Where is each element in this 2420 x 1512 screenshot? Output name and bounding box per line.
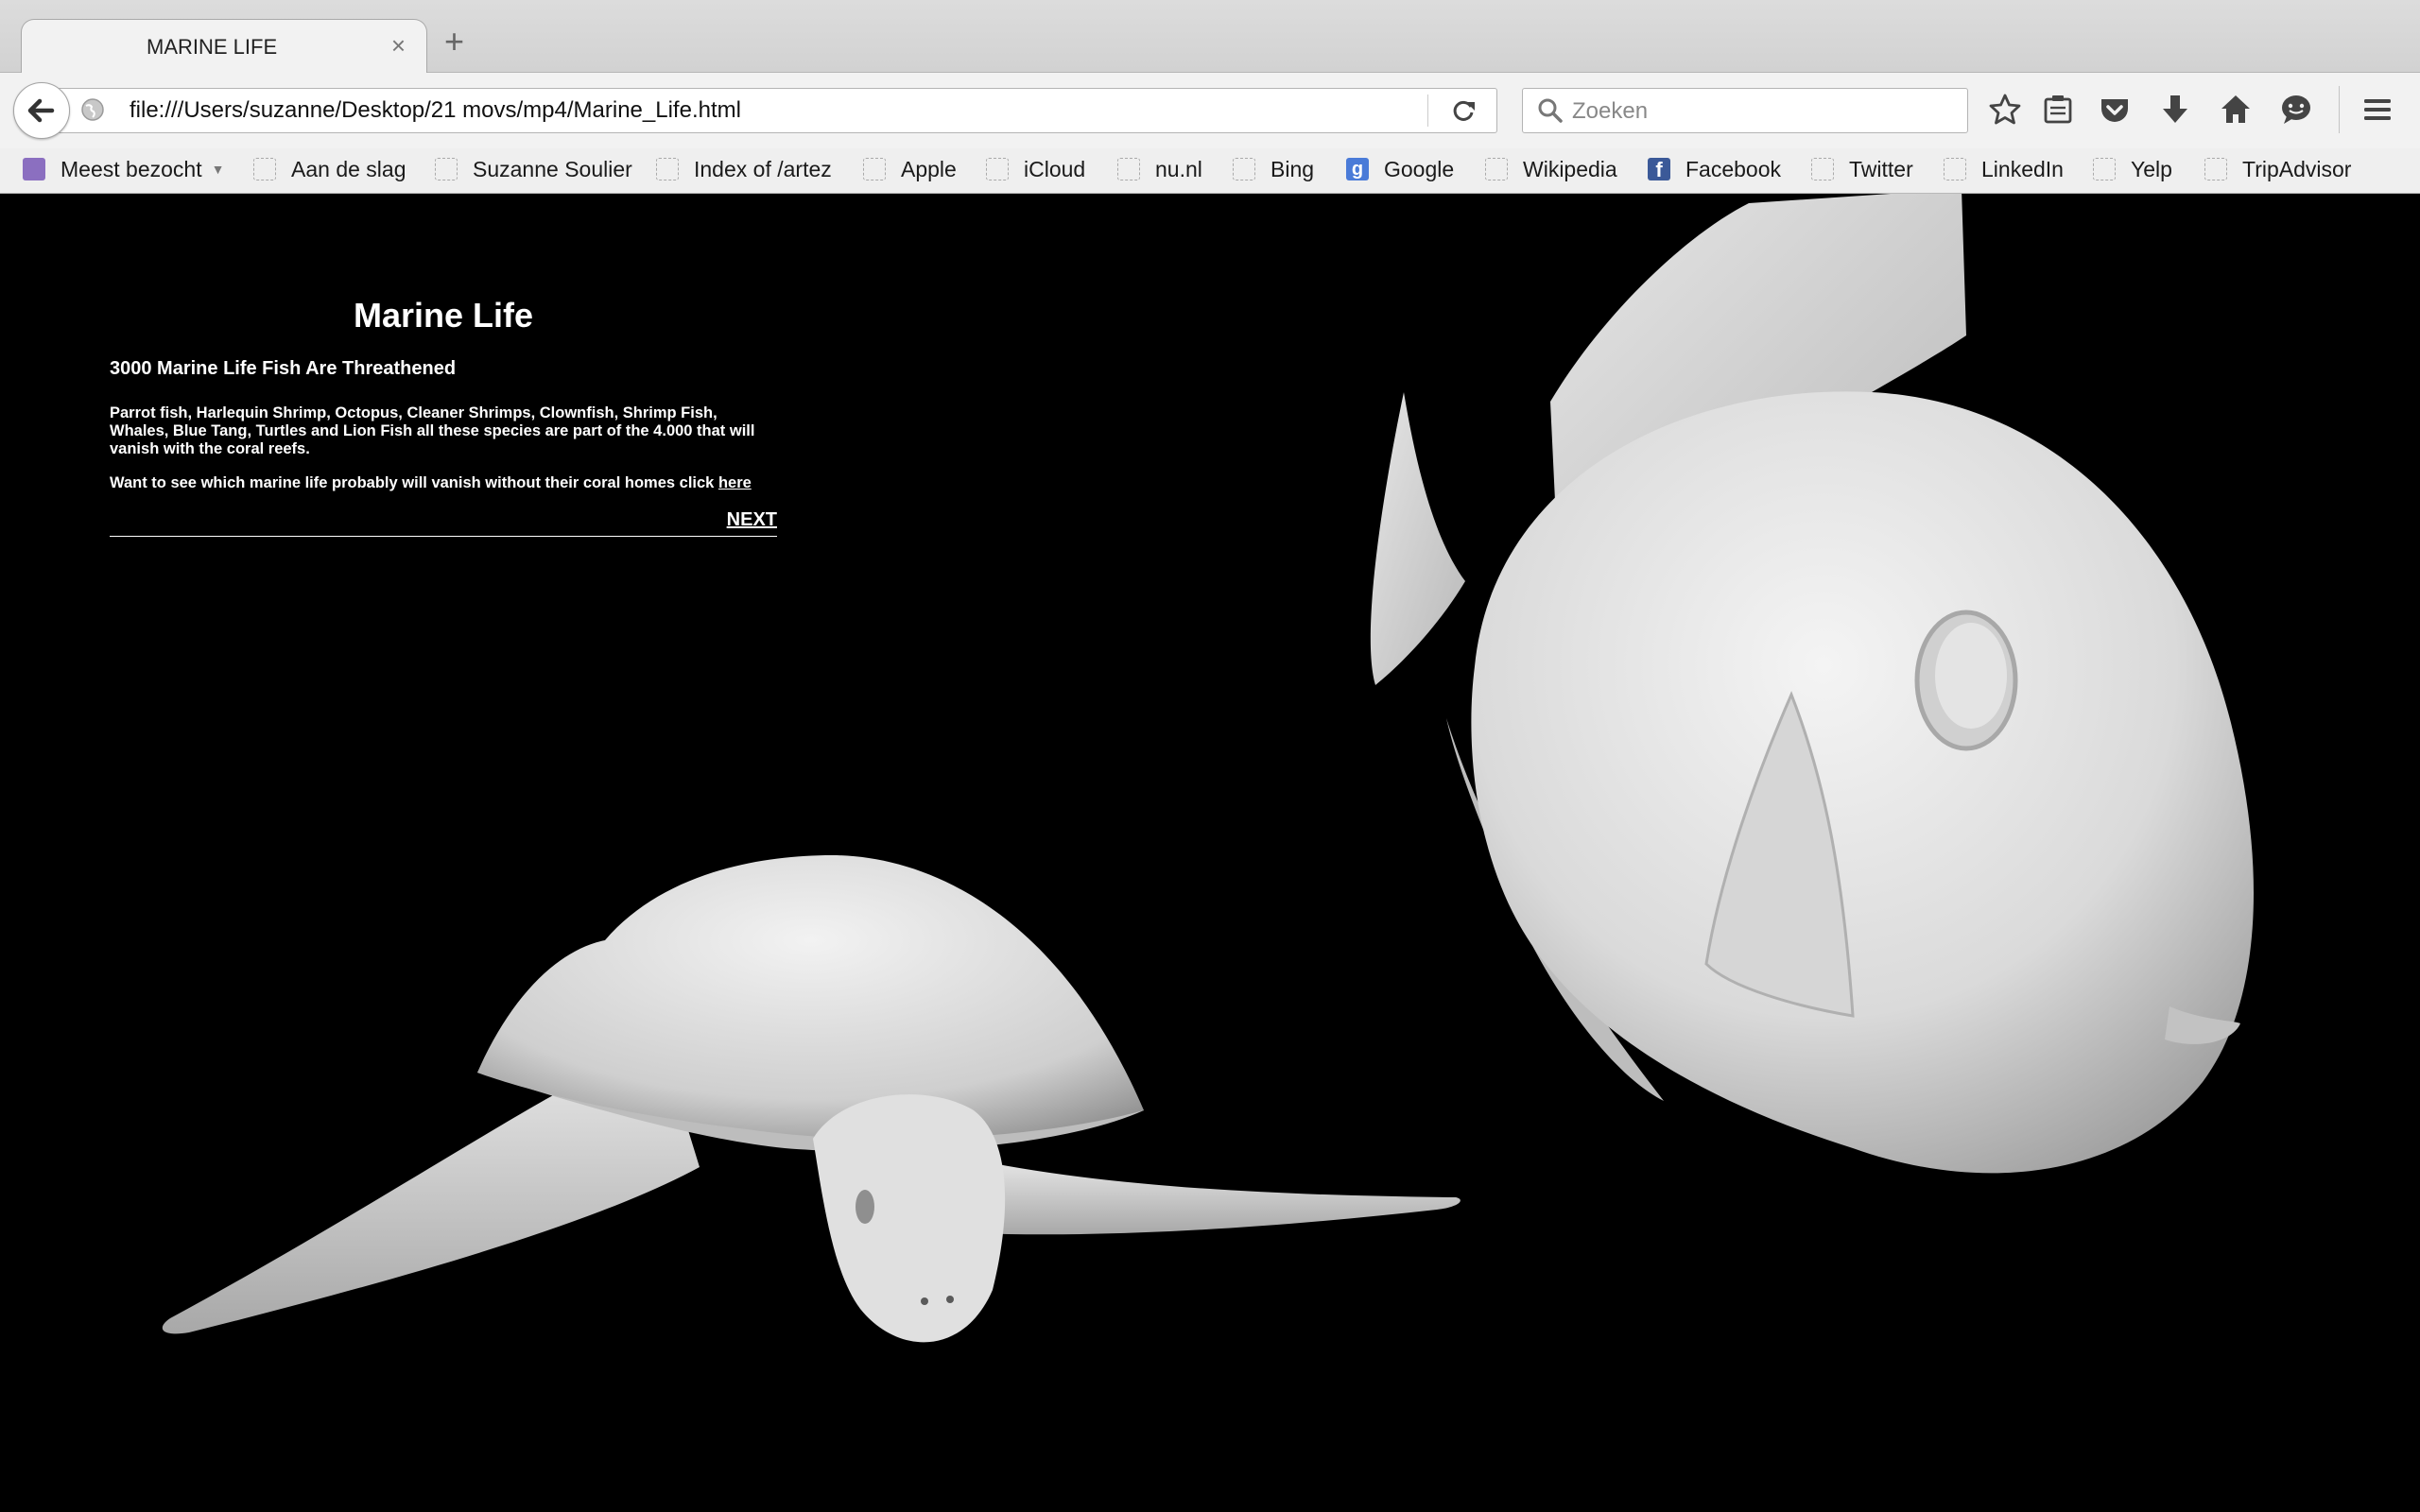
tab-marine-life[interactable]: MARINE LIFE × <box>21 19 427 74</box>
turtle-shell <box>477 855 1144 1140</box>
globe-icon <box>81 98 104 121</box>
page-icon <box>986 158 1009 180</box>
turtle-front-right-flipper <box>964 1158 1461 1235</box>
bookmark-google[interactable]: g Google <box>1346 154 1454 184</box>
chevron-down-icon: ▼ <box>211 162 225 177</box>
bookmark-icloud[interactable]: iCloud <box>986 154 1085 184</box>
bookmark-bing[interactable]: Bing <box>1233 154 1314 184</box>
search-icon <box>1538 98 1563 123</box>
bookmark-label: Meest bezocht <box>60 156 202 181</box>
navigation-row: NEXT <box>110 509 777 537</box>
reading-list-icon[interactable] <box>2040 92 2076 128</box>
page-icon <box>656 158 679 180</box>
bookmark-label: TripAdvisor <box>2242 156 2352 181</box>
facebook-icon: f <box>1648 158 1670 181</box>
back-arrow-icon <box>27 98 55 123</box>
page-icon <box>863 158 886 180</box>
page-viewport: Marine Life 3000 Marine Life Fish Are Th… <box>0 194 2420 1512</box>
next-link[interactable]: NEXT <box>727 509 777 531</box>
bookmark-label: nu.nl <box>1155 156 1202 181</box>
bookmark-nu-nl[interactable]: nu.nl <box>1117 154 1202 184</box>
bookmarks-toolbar: Meest bezocht ▼ Aan de slag Suzanne Soul… <box>0 148 2420 193</box>
chat-icon[interactable] <box>2278 92 2314 128</box>
download-icon[interactable] <box>2157 92 2193 128</box>
url-divider <box>1427 94 1428 127</box>
bookmark-label: Apple <box>901 156 957 181</box>
page-icon <box>1485 158 1508 180</box>
page-icon <box>1233 158 1255 180</box>
bookmark-label: Index of /artez <box>694 156 832 181</box>
page-subtitle: 3000 Marine Life Fish Are Threathened <box>110 358 457 379</box>
bookmark-meest-bezocht[interactable]: Meest bezocht ▼ <box>23 154 224 184</box>
bookmark-wikipedia[interactable]: Wikipedia <box>1485 154 1617 184</box>
page-icon <box>1811 158 1834 180</box>
page-title: Marine Life <box>353 296 534 335</box>
species-paragraph: Parrot fish, Harlequin Shrimp, Octopus, … <box>110 404 755 457</box>
back-button[interactable] <box>13 82 70 139</box>
reload-icon[interactable] <box>1447 94 1479 127</box>
page-icon <box>435 158 458 180</box>
bookmark-apple[interactable]: Apple <box>863 154 957 184</box>
turtle-nostril <box>921 1297 928 1305</box>
fish-body <box>1471 391 2254 1174</box>
fish-eye-inner <box>1935 623 2007 729</box>
browser-chrome: MARINE LIFE × + file:///Users/suzanne/De… <box>0 0 2420 194</box>
turtle-model <box>162 855 1461 1343</box>
click-here-paragraph: Want to see which marine life probably w… <box>110 474 777 492</box>
search-input[interactable] <box>1570 94 1952 129</box>
page-icon <box>1944 158 1966 180</box>
bookmark-label: Suzanne Soulier <box>473 156 632 181</box>
bookmark-label: Facebook <box>1685 156 1782 181</box>
fish-tail-fin <box>1370 392 1465 685</box>
bookmark-label: Aan de slag <box>291 156 406 181</box>
turtle-head <box>813 1094 1006 1343</box>
bookmark-label: Twitter <box>1849 156 1913 181</box>
fish-model <box>1370 194 2254 1174</box>
google-icon: g <box>1346 158 1369 180</box>
page-icon <box>2093 158 2116 180</box>
pocket-icon[interactable] <box>2097 92 2133 128</box>
star-icon[interactable] <box>1987 92 2023 128</box>
bookmark-label: iCloud <box>1024 156 1086 181</box>
home-icon[interactable] <box>2218 92 2254 128</box>
bookmark-suzanne-soulier[interactable]: Suzanne Soulier <box>435 154 632 184</box>
folder-icon <box>23 158 45 180</box>
url-bar[interactable]: file:///Users/suzanne/Desktop/21 movs/mp… <box>57 88 1497 133</box>
turtle-eye <box>856 1190 874 1224</box>
new-tab-button[interactable]: + <box>444 25 464 59</box>
page-icon <box>2204 158 2227 180</box>
intro-panel: Marine Life 3000 Marine Life Fish Are Th… <box>110 296 777 537</box>
click-here-text: Want to see which marine life probably w… <box>110 474 715 491</box>
url-text[interactable]: file:///Users/suzanne/Desktop/21 movs/mp… <box>130 97 741 124</box>
bookmark-label: Yelp <box>2131 156 2172 181</box>
bookmark-label: Wikipedia <box>1523 156 1617 181</box>
turtle-nostril <box>946 1296 954 1303</box>
menu-icon[interactable] <box>2360 92 2395 128</box>
bookmark-twitter[interactable]: Twitter <box>1811 154 1913 184</box>
bookmark-index-of-artez[interactable]: Index of /artez <box>656 154 832 184</box>
bookmark-linkedin[interactable]: LinkedIn <box>1944 154 2064 184</box>
bookmark-yelp[interactable]: Yelp <box>2093 154 2172 184</box>
here-link[interactable]: here <box>718 474 752 491</box>
bookmark-label: LinkedIn <box>1981 156 2064 181</box>
bookmark-label: Bing <box>1270 156 1315 181</box>
navigation-toolbar: file:///Users/suzanne/Desktop/21 movs/mp… <box>0 73 2420 148</box>
bookmark-tripadvisor[interactable]: TripAdvisor <box>2204 154 2351 184</box>
tab-close-icon[interactable]: × <box>391 31 406 60</box>
bookmark-aan-de-slag[interactable]: Aan de slag <box>253 154 406 184</box>
toolbar-divider <box>2339 86 2340 133</box>
page-icon <box>253 158 276 180</box>
tab-strip: MARINE LIFE × + <box>0 0 2420 74</box>
search-bar[interactable] <box>1522 88 1968 133</box>
tab-title: MARINE LIFE <box>147 35 278 59</box>
bookmark-label: Google <box>1384 156 1455 181</box>
page-icon <box>1117 158 1140 180</box>
bookmark-facebook[interactable]: f Facebook <box>1648 154 1781 184</box>
